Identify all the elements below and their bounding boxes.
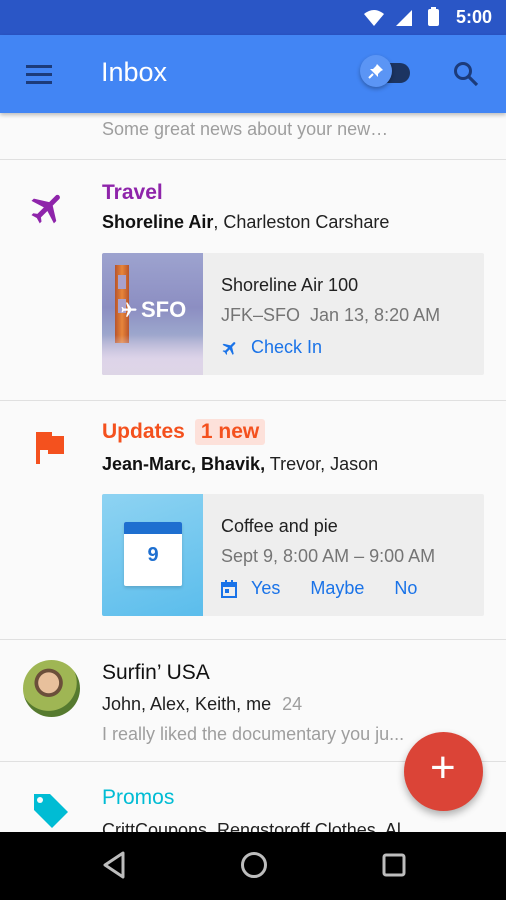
message-count: 24 xyxy=(282,694,303,714)
bundle-senders: Shoreline Air, Charleston Carshare xyxy=(102,212,389,233)
thread-subject: Surfin’ USA xyxy=(102,661,210,684)
senders-bold: Shoreline Air xyxy=(102,212,214,232)
bundle-title-text: Updates xyxy=(102,420,185,443)
destination-label: SFO xyxy=(120,297,186,323)
fog xyxy=(102,335,203,375)
rsvp-actions: Yes Maybe No xyxy=(221,578,447,599)
flag-icon xyxy=(36,432,64,464)
pin-icon xyxy=(368,64,383,79)
search-icon[interactable] xyxy=(453,61,479,87)
home-icon[interactable] xyxy=(239,850,269,880)
sfo-image: SFO xyxy=(102,253,203,375)
bundle-travel[interactable]: Travel Shoreline Air, Charleston Carshar… xyxy=(0,160,506,400)
calendar-icon: 9 xyxy=(124,522,182,586)
bundle-senders: Jean-Marc, Bhavik, Trevor, Jason xyxy=(102,454,378,475)
senders-rest: , Charleston Carshare xyxy=(213,212,390,232)
bundle-updates[interactable]: Updates 1 new Jean-Marc, Bhavik, Trevor, … xyxy=(0,401,506,639)
check-in-button[interactable]: Check In xyxy=(221,337,322,358)
check-in-label: Check In xyxy=(251,337,323,357)
event-time: Sept 9, 8:00 AM – 9:00 AM xyxy=(221,546,436,566)
recents-icon[interactable] xyxy=(381,850,407,880)
airplane-icon xyxy=(31,194,60,224)
toggle-thumb xyxy=(360,55,392,87)
signal-icon xyxy=(396,10,412,26)
rsvp-maybe-button[interactable]: Maybe xyxy=(310,578,364,599)
bundle-title: Travel xyxy=(102,181,163,204)
calendar-day: 9 xyxy=(147,544,159,566)
flight-details: JFK–SFO Jan 13, 8:20 AM xyxy=(221,305,441,325)
senders-bold: Jean-Marc, Bhavik, xyxy=(102,454,266,474)
rsvp-no-button[interactable]: No xyxy=(394,578,417,599)
tag-icon xyxy=(34,794,68,828)
pinned-toggle[interactable] xyxy=(360,55,412,91)
bundle-title: Updates 1 new xyxy=(102,419,266,445)
calendar-small-icon xyxy=(221,579,237,598)
flight-title: Shoreline Air 100 xyxy=(221,275,359,295)
list-item-snippet[interactable]: Some great news about your new… xyxy=(0,113,506,159)
inbox-list: Some great news about your new… Travel S… xyxy=(0,113,506,842)
page-title: Inbox xyxy=(101,57,168,87)
airplane-icon xyxy=(121,302,137,317)
bundle-title: Promos xyxy=(102,786,175,809)
plus-icon: + xyxy=(430,743,456,792)
calendar-image: 9 xyxy=(102,494,203,616)
new-count-badge: 1 new xyxy=(194,419,266,445)
wifi-icon xyxy=(364,10,384,26)
senders-rest: Trevor, Jason xyxy=(265,454,379,474)
battery-icon xyxy=(428,7,439,26)
avatar xyxy=(23,660,80,717)
event-title: Coffee and pie xyxy=(221,516,338,536)
app-bar: Inbox xyxy=(0,35,506,113)
status-bar: 5:00 xyxy=(0,0,506,35)
menu-icon[interactable] xyxy=(26,65,52,85)
participants: John, Alex, Keith, me xyxy=(102,694,272,714)
event-card[interactable]: 9 Coffee and pie Sept 9, 8:00 AM – 9:00 … xyxy=(102,494,484,616)
back-icon[interactable] xyxy=(101,850,127,880)
thread-snippet: I really liked the documentary you ju... xyxy=(102,724,405,744)
compose-fab[interactable]: + xyxy=(404,732,483,811)
thread-participants: John, Alex, Keith, me 24 xyxy=(102,694,302,715)
airplane-icon xyxy=(222,341,236,355)
destination-code: SFO xyxy=(141,297,187,322)
rsvp-yes-button[interactable]: Yes xyxy=(251,578,280,599)
flight-card[interactable]: SFO Shoreline Air 100 JFK–SFO Jan 13, 8:… xyxy=(102,253,484,375)
navigation-bar xyxy=(0,832,506,900)
status-time: 5:00 xyxy=(455,7,492,27)
